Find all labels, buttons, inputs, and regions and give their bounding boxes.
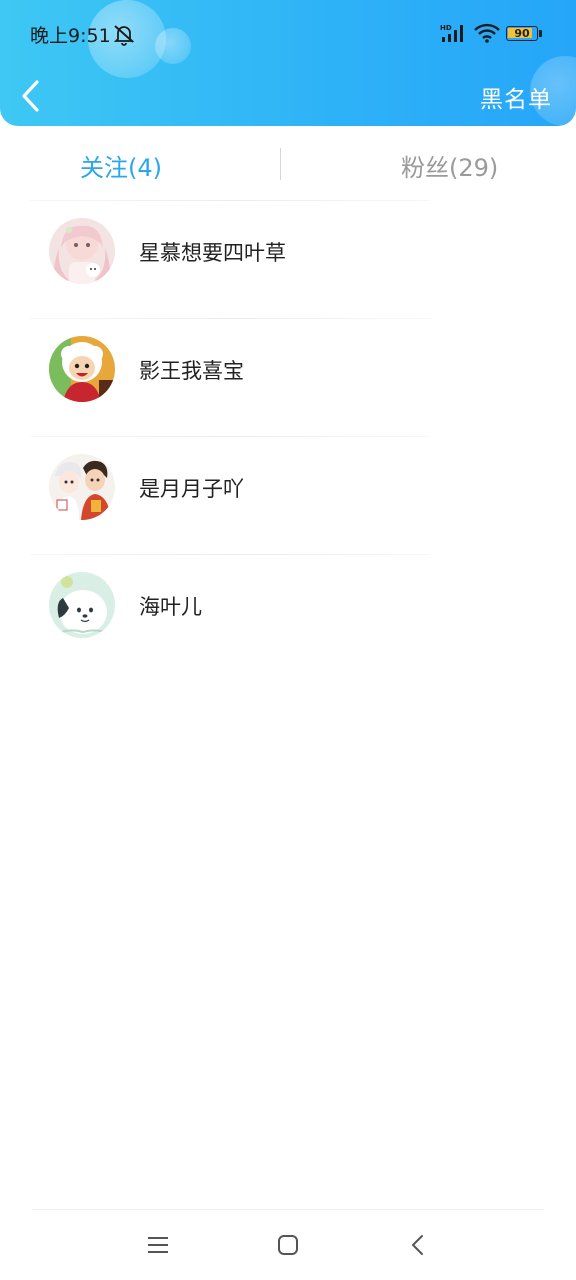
row-divider xyxy=(30,436,430,437)
menu-icon[interactable] xyxy=(146,1234,170,1256)
user-name[interactable]: 是月月子吖 xyxy=(139,473,244,503)
battery-level: 90 xyxy=(514,27,530,40)
row-divider xyxy=(30,200,430,201)
avatar[interactable] xyxy=(49,218,115,284)
battery-icon: 90 xyxy=(506,26,538,41)
nav-back-icon[interactable] xyxy=(408,1232,428,1258)
pochacco-dog-avatar-icon xyxy=(49,572,115,638)
cartoon-sheep-avatar-icon xyxy=(49,336,115,402)
tab-fans[interactable]: 粉丝(29) xyxy=(401,148,498,183)
avatar[interactable] xyxy=(49,454,115,520)
svg-text:HD: HD xyxy=(440,24,452,32)
list-item[interactable]: 海叶儿 xyxy=(0,554,576,672)
avatar[interactable] xyxy=(49,336,115,402)
decorative-bubble xyxy=(155,28,191,64)
anime-couple-avatar-icon xyxy=(49,454,115,520)
anime-girl-pink-avatar-icon xyxy=(49,218,115,284)
list-item[interactable]: 星慕想要四叶草 xyxy=(0,200,576,318)
battery-tip xyxy=(539,30,542,37)
tab-divider xyxy=(280,148,281,180)
list-item[interactable]: 是月月子吖 xyxy=(0,436,576,554)
wifi-icon xyxy=(474,23,500,43)
user-name[interactable]: 影王我喜宝 xyxy=(139,355,244,385)
header-bar: 晚上9:51 HD 90 黑名单 xyxy=(0,0,576,126)
following-list: 星慕想要四叶草 影王我喜宝 是月月子吖 海叶儿 xyxy=(0,200,576,672)
signal-strength-icon: HD xyxy=(440,24,463,42)
row-divider xyxy=(30,318,430,319)
home-icon[interactable] xyxy=(276,1233,300,1257)
back-button[interactable] xyxy=(14,74,50,118)
mute-bell-icon xyxy=(113,25,135,46)
tab-following[interactable]: 关注(4) xyxy=(80,148,162,183)
row-divider xyxy=(30,554,430,555)
list-item[interactable]: 影王我喜宝 xyxy=(0,318,576,436)
nav-divider xyxy=(32,1209,544,1210)
blacklist-button[interactable]: 黑名单 xyxy=(480,80,552,114)
status-time: 晚上9:51 xyxy=(30,25,111,47)
follow-tabs: 关注(4) 粉丝(29) xyxy=(0,126,576,200)
user-name[interactable]: 海叶儿 xyxy=(139,591,202,621)
avatar[interactable] xyxy=(49,572,115,638)
user-name[interactable]: 星慕想要四叶草 xyxy=(139,237,286,267)
